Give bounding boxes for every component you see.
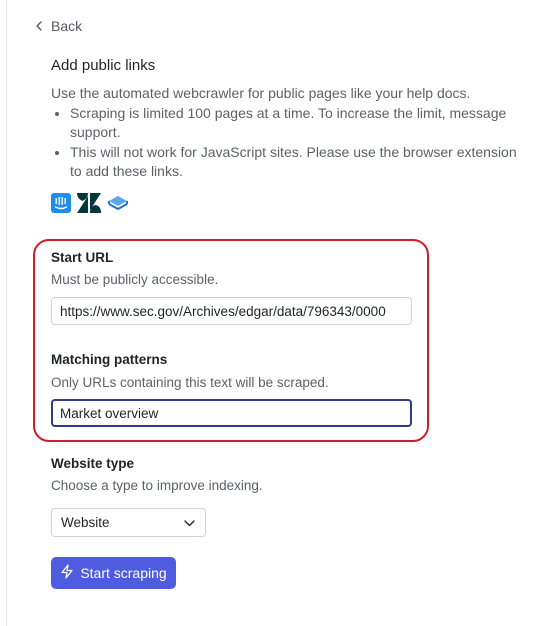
- start-url-input[interactable]: [51, 297, 412, 325]
- list-item: Scraping is limited 100 pages at a time.…: [70, 104, 521, 143]
- knowledge-base-icon: [107, 194, 129, 217]
- zendesk-icon: [77, 193, 101, 218]
- list-item: This will not work for JavaScript sites.…: [70, 143, 521, 182]
- panel-divider: [6, 0, 7, 626]
- back-label: Back: [51, 18, 83, 34]
- chevron-down-icon: [184, 515, 195, 530]
- website-type-select[interactable]: Website: [51, 508, 206, 537]
- description-text: Use the automated webcrawler for public …: [51, 85, 471, 101]
- website-type-help: Choose a type to improve indexing.: [51, 478, 263, 493]
- intercom-icon: [51, 193, 71, 218]
- start-url-label: Start URL: [51, 250, 114, 265]
- start-scraping-label: Start scraping: [80, 565, 167, 581]
- back-link[interactable]: Back: [35, 18, 82, 34]
- website-type-label: Website type: [51, 456, 135, 471]
- section-description: Use the automated webcrawler for public …: [51, 84, 521, 182]
- matching-patterns-label: Matching patterns: [51, 352, 168, 367]
- lightning-icon: [60, 564, 74, 582]
- start-scraping-button[interactable]: Start scraping: [51, 557, 176, 589]
- integration-icons: [51, 193, 129, 218]
- chevron-left-icon: [35, 21, 43, 31]
- start-url-help: Must be publicly accessible.: [51, 272, 219, 287]
- section-title: Add public links: [51, 57, 156, 74]
- scrape-settings-panel: Back Add public links Use the automated …: [0, 0, 550, 626]
- limitations-list: Scraping is limited 100 pages at a time.…: [51, 104, 521, 182]
- matching-patterns-help: Only URLs containing this text will be s…: [51, 375, 329, 390]
- matching-patterns-input[interactable]: [51, 399, 412, 427]
- website-type-value: Website: [61, 515, 110, 530]
